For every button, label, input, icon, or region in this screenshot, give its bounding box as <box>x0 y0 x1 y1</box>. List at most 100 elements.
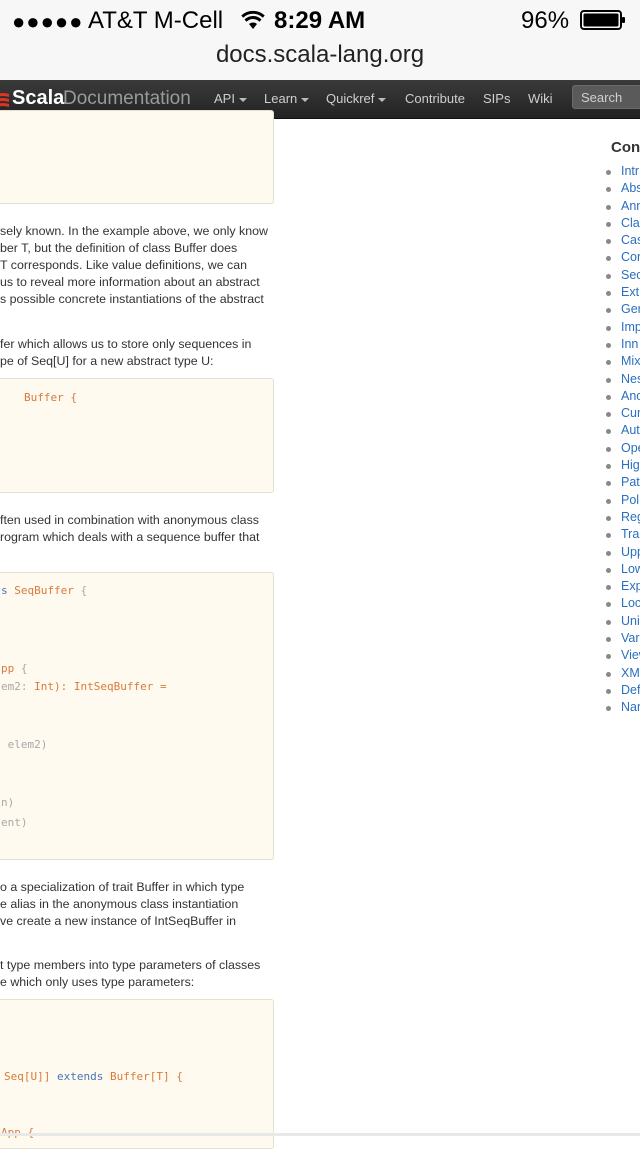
logo-scala-text[interactable]: Scala <box>12 87 64 110</box>
toc-item[interactable]: Inn <box>606 337 640 354</box>
toc-item[interactable]: Trai <box>606 527 640 544</box>
toc-item[interactable]: Uni <box>606 614 640 631</box>
search-input[interactable] <box>572 85 640 109</box>
toc-link[interactable]: Hig <box>621 458 640 472</box>
nav-api[interactable]: API <box>214 91 247 106</box>
logo-documentation-text[interactable]: Documentation <box>63 88 191 110</box>
toc-item[interactable]: Nes <box>606 372 640 389</box>
toc-item[interactable]: Def <box>606 683 640 700</box>
toc-item[interactable]: Sec <box>606 268 640 285</box>
toc-link[interactable]: Low <box>621 562 640 576</box>
toc-item[interactable]: XM <box>606 666 640 683</box>
toc-link[interactable]: Upp <box>621 545 640 559</box>
toc-link[interactable]: XM <box>621 666 640 680</box>
toc-link[interactable]: Loc <box>621 596 640 610</box>
toc-item[interactable]: Abs <box>606 181 640 198</box>
toc-link[interactable]: Imp <box>621 320 640 334</box>
scala-logo-icon[interactable] <box>0 91 10 107</box>
code-token: em2: <box>1 680 35 693</box>
text-line: pe of Seq[U] for a new abstract type U: <box>0 354 214 368</box>
toc-item[interactable]: Cur <box>606 406 640 423</box>
toc-item[interactable]: Exp <box>606 579 640 596</box>
toc-item[interactable]: Pat <box>606 475 640 492</box>
toc-link[interactable]: Ope <box>621 441 640 455</box>
toc-item[interactable]: Intr <box>606 164 640 181</box>
text-line: ve create a new instance of IntSeqBuffer… <box>0 914 237 928</box>
toc-item[interactable]: Ger <box>606 302 640 319</box>
toc-item[interactable]: Upp <box>606 545 640 562</box>
clock: 8:29 AM <box>274 7 366 34</box>
toc-item[interactable]: Low <box>606 562 640 579</box>
toc-item[interactable]: View <box>606 648 640 665</box>
nav-sips[interactable]: SIPs <box>483 91 510 106</box>
toc-link[interactable]: Ext <box>621 285 639 299</box>
code-block <box>0 110 274 204</box>
paragraph: t type members into type parameters of c… <box>0 957 275 991</box>
toc-item[interactable]: Hig <box>606 458 640 475</box>
toc-item[interactable]: Pol <box>606 493 640 510</box>
toc-item[interactable]: Aut <box>606 423 640 440</box>
chevron-down-icon <box>378 97 387 102</box>
toc-link[interactable]: View <box>621 648 640 662</box>
nav-api-label: API <box>214 91 235 106</box>
toc-link[interactable]: Cur <box>621 406 640 420</box>
toc-link[interactable]: Abs <box>621 181 640 195</box>
toc-item[interactable]: Cor <box>606 250 640 267</box>
nav-contribute[interactable]: Contribute <box>405 91 465 106</box>
toc-item[interactable]: Cla <box>606 216 640 233</box>
toc-link[interactable]: Def <box>621 683 640 697</box>
toc-link[interactable]: Trai <box>621 527 640 541</box>
toc-link[interactable]: Vari <box>621 631 640 645</box>
toc-item[interactable]: Ext <box>606 285 640 302</box>
address-bar-url[interactable]: docs.scala-lang.org <box>0 41 640 69</box>
toc-item[interactable]: Vari <box>606 631 640 648</box>
text-line: ber T, but the definition of class Buffe… <box>0 240 275 257</box>
toc-item[interactable]: Imp <box>606 320 640 337</box>
toc-link[interactable]: Aut <box>621 423 640 437</box>
toc-link[interactable]: Cor <box>621 250 640 264</box>
nav-learn[interactable]: Learn <box>264 91 310 106</box>
code-line: Buffer { <box>24 391 77 404</box>
toc-link[interactable]: Inn <box>621 337 638 351</box>
toc-item[interactable]: Nar <box>606 700 640 717</box>
toc-list: Intr Abs Ann Cla Cas Cor Sec Ext Ger Imp… <box>606 164 640 718</box>
toc-item[interactable]: Loc <box>606 596 640 613</box>
toc-item[interactable]: Mix <box>606 354 640 371</box>
toc-link[interactable]: Pat <box>621 475 640 489</box>
toc-item[interactable]: Ann <box>606 199 640 216</box>
nav-quickref-label: Quickref <box>326 91 375 106</box>
toc-item[interactable]: Reg <box>606 510 640 527</box>
toc-link[interactable]: Ann <box>621 199 640 213</box>
nav-quickref[interactable]: Quickref <box>326 91 387 106</box>
toc-link[interactable]: Mix <box>621 354 640 368</box>
toc-link[interactable]: Intr <box>621 164 639 178</box>
status-bar: ●●●●● AT&T M-Cell 8:29 AM 96% docs.scala… <box>0 0 640 81</box>
text-line: fer which allows us to store only sequen… <box>0 337 252 351</box>
text-line: e alias in the anonymous class instantia… <box>0 897 239 911</box>
code-token: extends <box>56 1070 104 1083</box>
toc-link[interactable]: Reg <box>621 510 640 524</box>
chevron-down-icon <box>238 97 247 102</box>
code-token: SeqBuffer <box>14 584 74 597</box>
nav-wiki[interactable]: Wiki <box>528 91 553 106</box>
battery-percent: 96% <box>521 7 570 34</box>
code-line: ent) <box>1 816 28 829</box>
code-token: pp <box>1 662 15 675</box>
toc-link[interactable]: Ger <box>621 302 640 316</box>
toc-link[interactable]: Exp <box>621 579 640 593</box>
toc-link[interactable]: Cas <box>621 233 640 247</box>
toc-link[interactable]: Pol <box>621 493 639 507</box>
code-token: Buffer[T] { <box>103 1070 183 1083</box>
toc-link[interactable]: Sec <box>621 268 640 282</box>
toc-link[interactable]: Nes <box>621 372 640 386</box>
toc-item[interactable]: Cas <box>606 233 640 250</box>
code-token: Seq[U]] <box>4 1070 57 1083</box>
code-block: Buffer { <box>0 378 274 493</box>
toc-link[interactable]: Nar <box>621 700 640 714</box>
text-line: sely known. In the example above, we onl… <box>0 224 268 238</box>
toc-link[interactable]: Cla <box>621 216 640 230</box>
toc-item[interactable]: Ope <box>606 441 640 458</box>
toc-link[interactable]: Uni <box>621 614 640 628</box>
toc-item[interactable]: Anc <box>606 389 640 406</box>
toc-link[interactable]: Anc <box>621 389 640 403</box>
